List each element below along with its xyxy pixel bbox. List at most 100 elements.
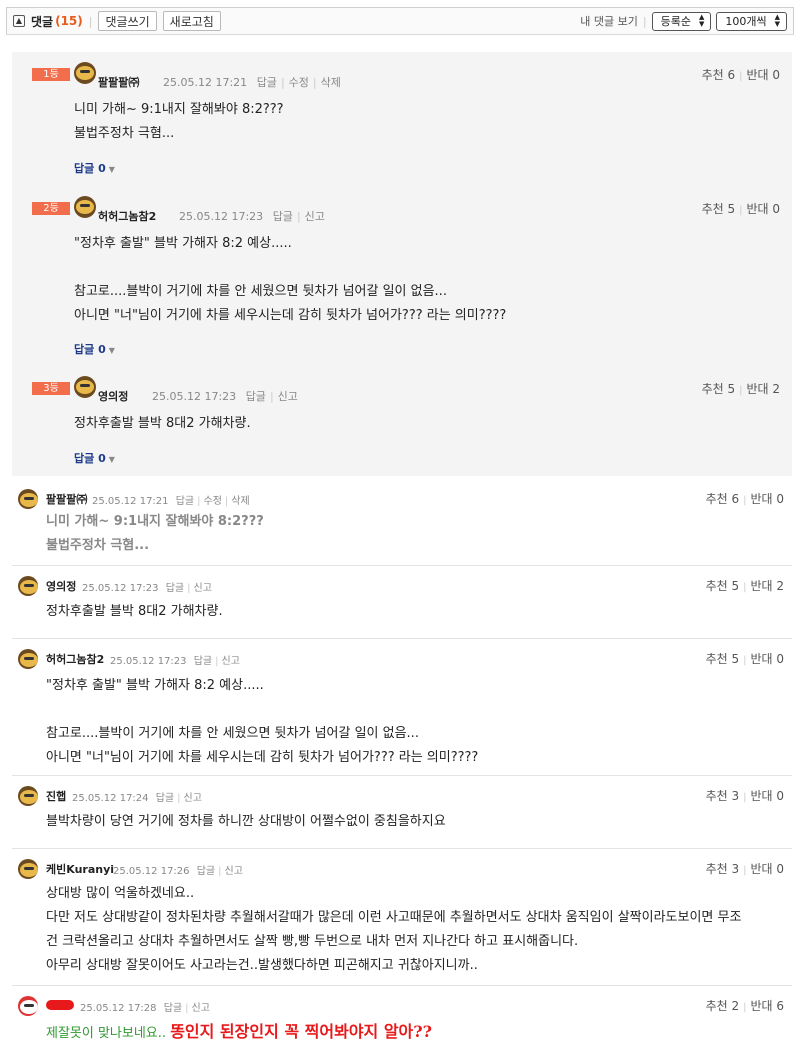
avatar-icon bbox=[74, 376, 96, 398]
upvote-count[interactable]: 추천 6 bbox=[702, 68, 736, 82]
report-action[interactable]: 신고 bbox=[278, 390, 298, 403]
comment-item: 진햅 25.05.12 17:24 답글 | 신고 추천 3 | 반대 0 블박차량이 … bbox=[12, 777, 792, 849]
reply-action[interactable]: 답글 bbox=[273, 210, 293, 223]
comment-line: 정차후출발 블박 8대2 가해차량. bbox=[46, 604, 223, 619]
comment-item: 영의정 25.05.12 17:23 답글 | 신고 추천 5 | 반대 2 정차후출발… bbox=[12, 567, 792, 639]
comment-item: 팔팔팔㈜ 25.05.12 17:21 답글 | 수정 | 삭제 추천 6 | 반대 0 니… bbox=[12, 480, 792, 566]
report-action[interactable]: 신고 bbox=[222, 656, 240, 667]
report-action[interactable]: 신고 bbox=[194, 583, 212, 594]
comment-line: 불법주정차 극혐... bbox=[74, 126, 175, 141]
edit-action[interactable]: 수정 bbox=[204, 496, 222, 507]
comment-author[interactable] bbox=[46, 998, 74, 1011]
avatar-icon bbox=[18, 649, 38, 669]
edit-action[interactable]: 수정 bbox=[289, 76, 309, 89]
comment-body: 니미 가해~ 9:1내지 잘해봐야 8:2??? 불법주정차 극혐... bbox=[74, 98, 284, 146]
reply-toggle[interactable]: 답글 0 ▼ bbox=[74, 341, 115, 357]
reply-toggle[interactable]: 답글 0 ▼ bbox=[74, 450, 115, 466]
upvote-count[interactable]: 추천 6 bbox=[706, 492, 740, 506]
downvote-count[interactable]: 반대 0 bbox=[750, 789, 784, 803]
reply-action[interactable]: 답글 bbox=[164, 1003, 182, 1014]
comment-line: 참고로....블박이 거기에 차를 안 세웠으면 뒷차가 넘어갈 일이 없음..… bbox=[74, 284, 447, 299]
reply-action[interactable]: 답글 bbox=[156, 793, 174, 804]
comment-votes: 추천 6 | 반대 0 bbox=[705, 492, 784, 506]
downvote-count[interactable]: 반대 0 bbox=[746, 68, 780, 82]
avatar-icon bbox=[18, 859, 38, 879]
per-page-select-value: 100개씩 bbox=[725, 15, 767, 28]
avatar-icon bbox=[18, 576, 38, 596]
reply-action[interactable]: 답글 bbox=[194, 656, 212, 667]
comment-line: 블박차량이 당연 거기에 정차를 하니깐 상대방이 어쩔수없이 중침을하지요 bbox=[46, 814, 446, 829]
refresh-button[interactable]: 새로고침 bbox=[162, 11, 221, 31]
comment-meta: 25.05.12 17:21 답글 | 수정 | 삭제 bbox=[92, 496, 250, 507]
upvote-count[interactable]: 추천 5 bbox=[702, 202, 736, 216]
comment-meta: 25.05.12 17:26 답글 | 신고 bbox=[113, 866, 243, 877]
upvote-count[interactable]: 추천 5 bbox=[706, 579, 740, 593]
reply-action[interactable]: 답글 bbox=[197, 866, 215, 877]
comment-text: 제잘못이 맞나보네요.. bbox=[46, 1026, 167, 1041]
reply-count: 답글 0 bbox=[74, 452, 106, 465]
comment-votes: 추천 5 | 반대 0 bbox=[705, 652, 784, 666]
comment-line: 아니면 "너"님이 거기에 차를 세우시는데 감히 뒷차가 넘어가??? 라는 … bbox=[74, 308, 507, 323]
reply-action[interactable]: 답글 bbox=[257, 76, 277, 89]
comment-time: 25.05.12 17:23 bbox=[110, 656, 187, 667]
avatar-icon bbox=[18, 996, 38, 1016]
write-comment-button[interactable]: 댓글쓰기 bbox=[98, 11, 157, 31]
sort-select[interactable]: 등록순 ▲ ▼ bbox=[651, 11, 712, 31]
rank-badge: 3등 bbox=[32, 382, 70, 395]
avatar-icon bbox=[74, 62, 96, 84]
downvote-count[interactable]: 반대 6 bbox=[750, 999, 784, 1013]
report-action[interactable]: 신고 bbox=[305, 210, 325, 223]
report-action[interactable]: 신고 bbox=[225, 866, 243, 877]
reply-action[interactable]: 답글 bbox=[166, 583, 184, 594]
comment-item: 25.05.12 17:28 답글 | 신고 추천 2 | 반대 6 제잘못이 맞나보네… bbox=[12, 987, 792, 1047]
upvote-count[interactable]: 추천 3 bbox=[706, 862, 740, 876]
upvote-count[interactable]: 추천 5 bbox=[706, 652, 740, 666]
comment-author[interactable]: 팔팔팔㈜ bbox=[98, 74, 139, 90]
reply-action[interactable]: 답글 bbox=[246, 390, 266, 403]
downvote-count[interactable]: 반대 0 bbox=[750, 862, 784, 876]
reply-toggle[interactable]: 답글 0 ▼ bbox=[74, 160, 115, 176]
comment-author[interactable]: 진햅 bbox=[46, 788, 66, 804]
comment-time: 25.05.12 17:21 bbox=[92, 496, 169, 507]
downvote-count[interactable]: 반대 0 bbox=[750, 652, 784, 666]
comment-line: 다만 저도 상대방같이 정차된차량 추월해서갈때가 많은데 이런 사고때문에 추… bbox=[46, 910, 742, 925]
comment-item: 허허그놈참2 25.05.12 17:23 답글 | 신고 추천 5 | 반대 0 "정… bbox=[12, 640, 792, 776]
comment-time: 25.05.12 17:21 bbox=[163, 76, 248, 89]
comment-line: "정차후 출발" 블박 가해자 8:2 예상..... bbox=[74, 236, 292, 251]
report-action[interactable]: 신고 bbox=[184, 793, 202, 804]
comment-time: 25.05.12 17:23 bbox=[82, 583, 159, 594]
per-page-select[interactable]: 100개씩 ▲ ▼ bbox=[716, 11, 787, 31]
comment-body: "정차후 출발" 블박 가해자 8:2 예상..... 참고로....블박이 거… bbox=[74, 232, 506, 328]
downvote-count[interactable]: 반대 2 bbox=[750, 579, 784, 593]
reply-action[interactable]: 답글 bbox=[176, 496, 194, 507]
sort-select-value: 등록순 bbox=[660, 15, 691, 28]
comment-emphasis: 똥인지 된장인지 꼭 찍어봐야지 알아?? bbox=[170, 1022, 433, 1041]
comment-item: 케빈Kuranyi 25.05.12 17:26 답글 | 신고 추천 3 | 반대 0… bbox=[12, 850, 792, 986]
comment-line: 건 크락션올리고 상대차 추월하면서도 살짝 빵,빵 두번으로 내차 먼저 지나… bbox=[46, 934, 579, 949]
comment-time: 25.05.12 17:28 bbox=[80, 1003, 157, 1014]
select-arrows-icon: ▲ ▼ bbox=[698, 13, 705, 28]
downvote-count[interactable]: 반대 0 bbox=[746, 202, 780, 216]
upvote-count[interactable]: 추천 2 bbox=[706, 999, 740, 1013]
downvote-count[interactable]: 반대 0 bbox=[750, 492, 784, 506]
comment-meta: 25.05.12 17:21 답글 | 수정 | 삭제 bbox=[163, 76, 341, 89]
comment-author[interactable]: 영의정 bbox=[46, 578, 76, 594]
comment-author[interactable]: 팔팔팔㈜ bbox=[46, 491, 87, 507]
comment-line: 상대방 많이 억울하겠네요.. bbox=[46, 886, 195, 901]
comment-votes: 추천 3 | 반대 0 bbox=[705, 789, 784, 803]
my-comments-link[interactable]: 내 댓글 보기 bbox=[580, 13, 638, 29]
comment-author[interactable]: 영의정 bbox=[98, 388, 128, 404]
comment-author[interactable]: 허허그놈참2 bbox=[46, 651, 104, 667]
upvote-count[interactable]: 추천 5 bbox=[702, 382, 736, 396]
report-action[interactable]: 신고 bbox=[192, 1003, 210, 1014]
reply-count: 답글 0 bbox=[74, 162, 106, 175]
upvote-count[interactable]: 추천 3 bbox=[706, 789, 740, 803]
downvote-count[interactable]: 반대 2 bbox=[746, 382, 780, 396]
delete-action[interactable]: 삭제 bbox=[231, 496, 249, 507]
nickname-image bbox=[46, 1000, 74, 1010]
comment-author[interactable]: 케빈Kuranyi bbox=[46, 861, 114, 877]
comment-author[interactable]: 허허그놈참2 bbox=[98, 208, 156, 224]
comment-line: 니미 가해~ 9:1내지 잘해봐야 8:2??? bbox=[74, 102, 284, 117]
delete-action[interactable]: 삭제 bbox=[321, 76, 341, 89]
collapse-icon[interactable]: ▲ bbox=[13, 15, 25, 27]
